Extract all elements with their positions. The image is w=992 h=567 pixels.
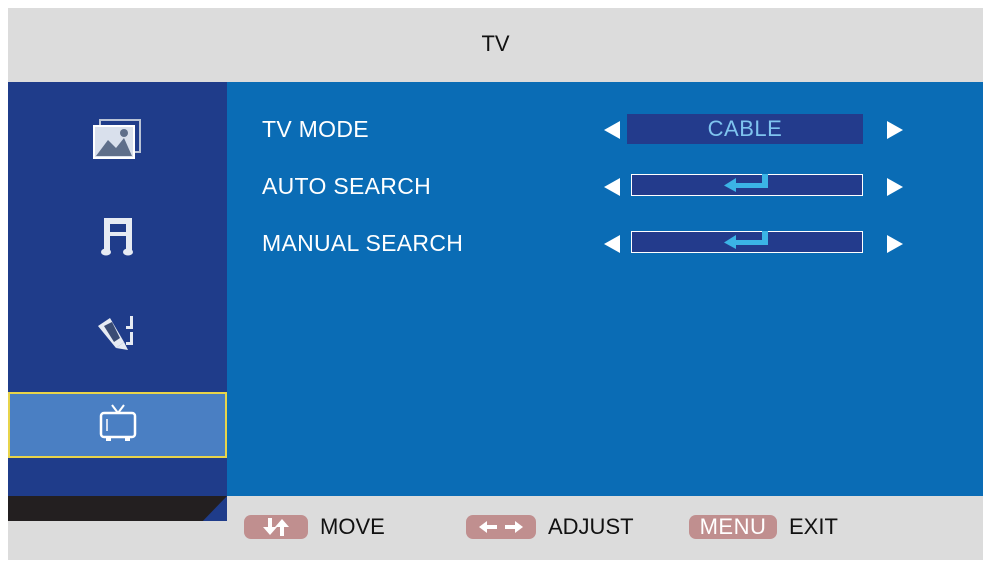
- auto-search-enter[interactable]: [631, 173, 863, 197]
- enter-icon: [722, 173, 772, 197]
- osd-menu: TV TV MODE CABLE AUTO SEARCH MANUAL SEAR…: [8, 8, 983, 560]
- arrow-left-icon[interactable]: [604, 235, 620, 253]
- arrow-left-icon[interactable]: [604, 178, 620, 196]
- tv-mode-value[interactable]: CABLE: [627, 114, 863, 144]
- left-right-key-icon: [466, 515, 536, 539]
- up-down-key-icon: [244, 515, 308, 539]
- hint-exit: MENU EXIT: [689, 512, 838, 542]
- move-label: MOVE: [320, 514, 385, 539]
- picture-icon: [90, 116, 146, 169]
- sidebar-item-tv[interactable]: [8, 392, 227, 458]
- hint-move: MOVE: [244, 512, 385, 542]
- arrow-right-icon[interactable]: [887, 121, 903, 139]
- manual-search-enter[interactable]: [631, 230, 863, 254]
- bottom-left-fill: [8, 521, 227, 560]
- arrow-left-icon[interactable]: [604, 121, 620, 139]
- adjust-label: ADJUST: [548, 514, 634, 539]
- page-title: TV: [481, 31, 510, 56]
- footer-hints: MOVE ADJUST MENU EXIT: [227, 496, 983, 560]
- row-tv-mode[interactable]: TV MODE CABLE: [262, 109, 962, 149]
- tv-icon: [98, 402, 138, 449]
- menu-content: TV MODE CABLE AUTO SEARCH MANUAL SEARCH: [227, 82, 983, 496]
- sidebar-item-sound[interactable]: [8, 190, 227, 286]
- row-label: TV MODE: [262, 116, 369, 142]
- sidebar-item-picture[interactable]: [8, 94, 227, 190]
- row-label: MANUAL SEARCH: [262, 230, 464, 256]
- sidebar: [8, 82, 227, 521]
- sound-icon: [98, 212, 138, 265]
- row-manual-search[interactable]: MANUAL SEARCH: [262, 223, 962, 263]
- menu-key: MENU: [689, 514, 777, 539]
- arrow-right-icon[interactable]: [887, 178, 903, 196]
- enter-icon: [722, 230, 772, 254]
- sidebar-item-setup[interactable]: [8, 286, 227, 382]
- arrow-right-icon[interactable]: [887, 235, 903, 253]
- row-label: AUTO SEARCH: [262, 173, 432, 199]
- hint-adjust: ADJUST: [466, 512, 634, 542]
- title-bar: TV: [8, 8, 983, 80]
- exit-label: EXIT: [789, 514, 838, 539]
- setup-icon: [94, 312, 142, 357]
- row-auto-search[interactable]: AUTO SEARCH: [262, 166, 962, 206]
